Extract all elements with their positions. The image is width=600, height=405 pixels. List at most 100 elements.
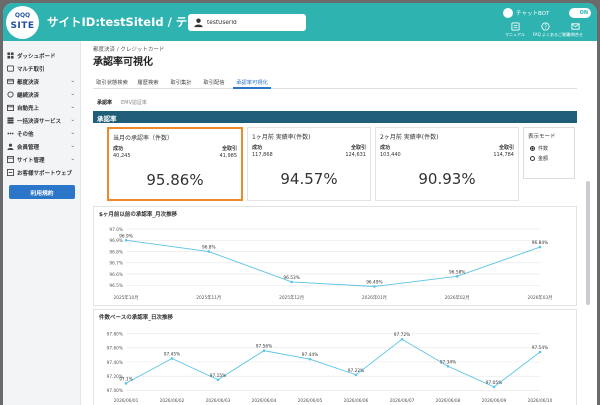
sidebar-item-tsudo[interactable]: 都度決済 ⌄ — [7, 76, 77, 88]
site-logo[interactable]: QQQ SITE — [6, 6, 39, 39]
sidebar-item-support[interactable]: お客様サポートウェブ — [7, 167, 77, 179]
sidebar-item-other[interactable]: その他 ⌄ — [7, 128, 77, 140]
tab-approval-visualization[interactable]: 承認率可視化 — [233, 75, 271, 89]
kpi-card-1-month-ago[interactable]: 1ヶ月前 実績率(件数) 成功 全取引 117,868 124,631 94.5… — [247, 127, 371, 201]
sidebar-item-label: マルチ取引 — [17, 67, 45, 73]
data-label: 97.15% — [210, 373, 226, 379]
tab-transaction-search[interactable]: 取引状態検索 — [93, 75, 131, 89]
data-point — [538, 350, 542, 354]
x-tick-label: 2026/06/02 — [160, 398, 185, 404]
kpi-title: 当月の承認率（件数） — [113, 135, 174, 142]
display-mode-title: 表示モード — [528, 134, 556, 140]
top-header: QQQ SITE サイトID:testSiteId / テストサイト チャットB… — [3, 3, 597, 41]
sidebar-item-multi[interactable]: マルチ取引 — [7, 63, 77, 75]
x-tick-label: 2026年01月 — [362, 294, 387, 301]
data-point — [124, 238, 128, 242]
chevron-down-icon: ⌄ — [70, 156, 75, 162]
data-label: 96.9% — [119, 233, 133, 239]
chevron-down-icon: ⌄ — [70, 143, 75, 149]
radio-amount[interactable]: 金額 — [530, 155, 574, 163]
support-icon — [7, 169, 14, 176]
tab-aggregate[interactable]: 取引集計 — [166, 75, 196, 89]
daily-line-chart: 97.80%97.60%97.40%97.20%97.00%2026/06/01… — [107, 331, 553, 404]
data-point — [308, 357, 312, 361]
series-line — [125, 338, 541, 388]
manual-link[interactable]: マニュアル — [503, 22, 527, 38]
data-label: 96.58% — [449, 269, 465, 275]
data-point — [455, 275, 459, 278]
card-icon — [7, 78, 14, 85]
data-label: 96.8% — [202, 245, 216, 251]
logo-bottom-text: SITE — [10, 21, 35, 31]
faq-icon: ? — [540, 22, 550, 31]
kpi-rate: 94.57% — [280, 170, 338, 188]
sidebar-item-keizoku[interactable]: 継続決済 ⌄ — [7, 89, 77, 101]
sidebar-item-members[interactable]: 会員管理 ⌄ — [7, 141, 77, 153]
sidebar-item-label: 継続決済 — [17, 93, 40, 99]
kpi-total-label: 全取引 — [350, 145, 366, 151]
repeat-icon — [7, 91, 14, 98]
terms-button-label: 利用規約 — [30, 191, 54, 197]
data-label: 97.45% — [164, 351, 180, 357]
data-label: 96.49% — [366, 279, 382, 285]
data-point — [446, 364, 450, 368]
x-tick-label: 2026/06/01 — [114, 398, 139, 404]
radio-count-label: 件数 — [538, 146, 549, 152]
data-label: 97.54% — [532, 345, 548, 351]
search-box[interactable] — [188, 14, 306, 31]
subtab-emv[interactable]: EMV認証率 — [121, 99, 147, 106]
manual-icon — [510, 22, 520, 31]
sidebar-item-batch[interactable]: 一括決済サービス ⌄ — [7, 115, 77, 127]
sidebar-item-label: 自動売上 — [17, 106, 40, 112]
x-tick-label: 2026/06/04 — [252, 398, 277, 404]
user-search-input[interactable] — [207, 16, 302, 29]
kpi-success-value: 103,440 — [380, 152, 401, 158]
kpi-card-current[interactable]: 当月の承認率（件数） 成功 全取引 40,245 41,985 95.86% — [107, 127, 243, 201]
data-point — [400, 337, 404, 341]
sidebar-item-site[interactable]: サイト管理 ⌄ — [7, 154, 77, 166]
data-label: 97.22% — [348, 368, 364, 374]
data-label: 97.44% — [302, 352, 318, 358]
faq-link[interactable]: ? FAQ よくあるご質問 — [533, 22, 570, 38]
kpi-card-2-months-ago[interactable]: 2ヶ月前 実績率(件数) 成功 全取引 103,440 114,784 90.9… — [375, 127, 519, 201]
data-point — [492, 385, 496, 389]
kpi-success-label: 成功 — [113, 146, 124, 152]
chatbot-avatar — [503, 8, 513, 18]
sidebar-item-auto-sales[interactable]: 自動売上 ⌄ — [7, 102, 77, 114]
x-tick-label: 2026/06/07 — [390, 398, 415, 404]
site-icon — [7, 156, 14, 163]
y-tick-label: 97.00% — [107, 388, 123, 394]
svg-text:?: ? — [544, 25, 547, 31]
y-tick-label: 96.7% — [109, 261, 123, 267]
sidebar: ダッシュボード マルチ取引 都度決済 ⌄ 継続決済 ⌄ 自動売上 ⌄ 一括決済サ… — [3, 41, 81, 405]
x-tick-label: 2026/06/03 — [206, 398, 231, 404]
terms-button[interactable]: 利用規約 — [9, 185, 75, 199]
inquiry-link[interactable]: お問合せ — [563, 22, 587, 38]
radio-count-indicator[interactable] — [530, 146, 535, 151]
kpi-title: 1ヶ月前 実績率(件数) — [252, 134, 311, 141]
tab-history-search[interactable]: 履歴検索 — [133, 75, 163, 89]
kpi-title: 2ヶ月前 実績率(件数) — [380, 134, 439, 141]
subtab-approval[interactable]: 承認率 — [97, 99, 112, 106]
manual-label: マニュアル — [505, 32, 525, 37]
chevron-down-icon: ⌄ — [70, 117, 75, 123]
x-tick-label: 2026年03月 — [528, 294, 553, 301]
tab-delivery[interactable]: 取引配信 — [199, 75, 229, 89]
chatbot-label: チャットBOT — [516, 11, 550, 17]
kpi-success-value: 117,868 — [252, 152, 273, 158]
section-header: 承認率 — [93, 111, 577, 123]
kpi-rate: 95.86% — [146, 171, 204, 189]
y-tick-label: 97.0% — [109, 227, 123, 233]
chatbot-toggle[interactable]: ON — [569, 8, 591, 18]
radio-amount-indicator[interactable] — [530, 156, 535, 161]
series-line — [125, 239, 541, 287]
data-label: 96.84% — [532, 240, 548, 246]
y-tick-label: 97.40% — [107, 360, 123, 366]
scrollbar[interactable] — [586, 181, 590, 305]
data-point — [170, 357, 174, 360]
radio-count[interactable]: 件数 — [530, 145, 574, 153]
section-title: 承認率 — [97, 115, 117, 123]
sidebar-item-label: 都度決済 — [17, 80, 40, 86]
sidebar-item-dashboard[interactable]: ダッシュボード — [7, 50, 77, 62]
batch-icon — [7, 117, 14, 124]
